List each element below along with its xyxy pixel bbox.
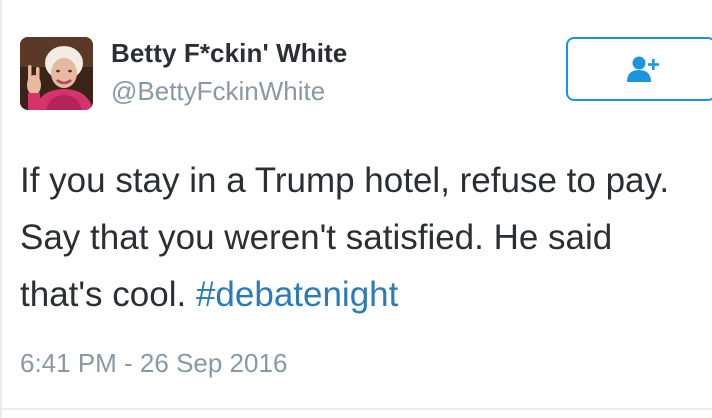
tweet-text: If you stay in a Trump hotel, refuse to …: [20, 152, 700, 323]
tweet-text-line: that's cool. #debatenight: [20, 266, 700, 323]
tweet-card: Betty F*ckin' White @BettyFckinWhite If …: [0, 0, 712, 418]
hashtag-link[interactable]: #debatenight: [196, 275, 398, 314]
add-user-icon: [627, 55, 661, 88]
tweet-timestamp[interactable]: 6:41 PM - 26 Sep 2016: [20, 348, 287, 379]
left-divider: [0, 0, 2, 418]
profile-photo-icon: [20, 37, 93, 110]
author-handle[interactable]: @BettyFckinWhite: [111, 76, 325, 107]
tweet-text-line: If you stay in a Trump hotel, refuse to …: [20, 161, 670, 200]
avatar[interactable]: [20, 37, 93, 110]
bottom-divider: [0, 408, 712, 410]
follow-button[interactable]: [566, 37, 712, 101]
author-display-name[interactable]: Betty F*ckin' White: [111, 38, 347, 69]
tweet-text-fragment: that's cool.: [20, 275, 196, 314]
tweet-text-line: Say that you weren't satisfied. He said: [20, 218, 613, 257]
